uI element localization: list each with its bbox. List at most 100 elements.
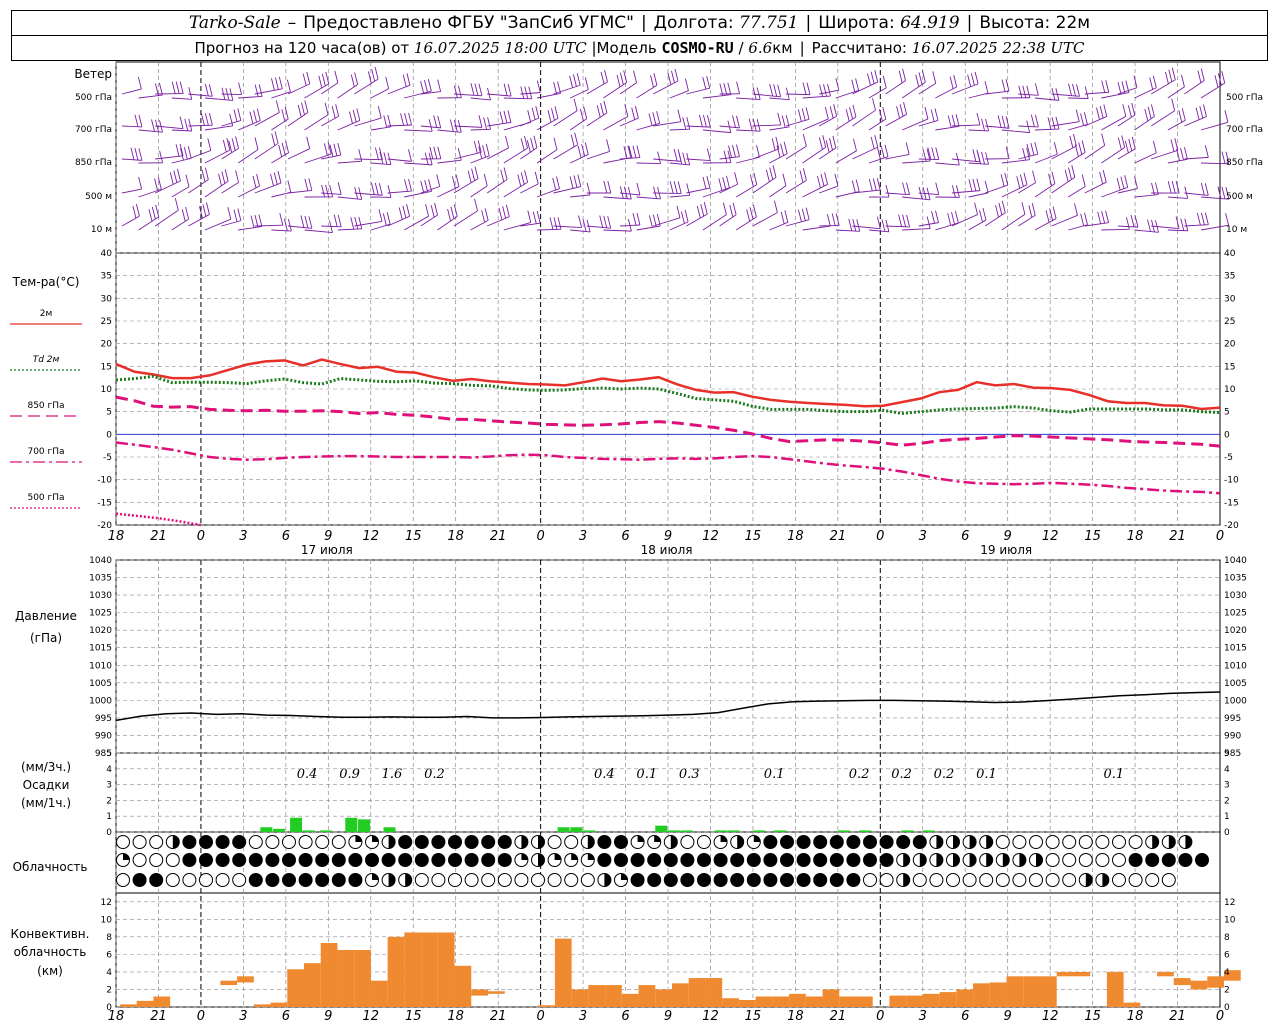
cloud-cover-icon — [630, 835, 645, 849]
convective-tick-left: 10 — [101, 915, 113, 925]
wind-barb-icon — [636, 213, 661, 231]
wind-barb-icon — [802, 83, 831, 99]
precip-tick-right: 3 — [1224, 781, 1230, 791]
x-tick-label: 0 — [876, 529, 884, 544]
convective-bar — [822, 989, 840, 1007]
cloud-cover-icon — [497, 873, 512, 887]
cloud-cover-icon — [398, 853, 413, 867]
cloud-cover-icon — [365, 873, 379, 887]
wind-barb-icon — [1101, 217, 1130, 231]
wind-level-right: 700 гПа — [1226, 125, 1263, 135]
cloud-cover-icon — [829, 835, 844, 849]
x-tick-label: 21 — [150, 1009, 167, 1024]
convective-bar — [973, 983, 990, 1007]
cloud-cover-icon — [979, 835, 994, 849]
cloud-cover-icon — [813, 873, 828, 887]
precip-tick-left: 5 — [106, 749, 112, 759]
cloud-cover-icon — [199, 835, 213, 849]
cloud-cover-icon — [813, 835, 828, 849]
x-tick-label: 0 — [536, 529, 544, 544]
cloud-cover-icon — [315, 835, 330, 849]
wind-barb-icon — [653, 205, 681, 227]
wind-barb-icon — [769, 210, 789, 231]
cloud-cover-icon — [580, 835, 595, 849]
wind-barb-icon — [320, 104, 340, 127]
cloud-cover-icon — [730, 835, 745, 849]
wind-barb-icon — [553, 174, 582, 194]
cloud-cover-icon — [248, 853, 263, 867]
temp-legend-label: 850 гПа — [27, 401, 64, 411]
wind-barb-icon — [902, 106, 929, 131]
wind-barb-icon — [221, 136, 239, 160]
convective-bar — [1056, 971, 1074, 977]
cloud-cover-icon — [630, 873, 645, 887]
x-tick-label: 21 — [1169, 529, 1186, 544]
convective-bar — [705, 978, 723, 1007]
pressure-tick-left: 1005 — [89, 679, 112, 689]
wind-barb-icon — [935, 74, 958, 99]
wind-barb-icon — [221, 82, 243, 96]
precip-bar — [837, 830, 850, 832]
convective-bar — [1157, 971, 1174, 977]
wind-barb-icon — [1084, 104, 1108, 127]
cloud-cover-icon — [232, 853, 247, 867]
wind-barb-icon — [702, 82, 732, 99]
cloud-cover-icon — [912, 873, 927, 887]
convective-bar — [805, 996, 823, 1007]
wind-barb-icon — [918, 108, 939, 127]
cloud-cover-icon — [116, 835, 130, 849]
wind-barb-icon — [437, 85, 462, 99]
cloud-cover-icon — [995, 835, 1010, 849]
wind-barb-icon — [885, 214, 911, 228]
wind-barb-icon — [453, 140, 482, 160]
wind-barb-icon — [420, 174, 441, 194]
temp-tick-right: 15 — [1224, 362, 1235, 372]
wind-barb-icon — [785, 134, 807, 160]
x-tick-label: 15 — [1084, 529, 1101, 544]
cloud-cover-icon — [1045, 835, 1060, 849]
precip-bar — [383, 827, 396, 832]
wind-barb-icon — [636, 111, 661, 131]
wind-barb-icon — [1018, 170, 1036, 194]
wind-barb-icon — [603, 145, 632, 164]
pressure-tick-left: 1040 — [89, 556, 112, 566]
wind-barb-icon — [487, 110, 512, 127]
cloud-cover-icon — [265, 873, 280, 887]
wind-level-right: 500 гПа — [1226, 93, 1263, 103]
wind-barb-icon — [802, 172, 829, 198]
wind-level-left: 850 гПа — [75, 158, 112, 168]
cloud-cover-icon — [165, 853, 180, 867]
wind-barb-icon — [155, 116, 184, 130]
wind-barb-icon — [387, 149, 412, 162]
cloud-cover-icon — [1178, 853, 1193, 867]
wind-barb-icon — [653, 148, 682, 162]
cloud-cover-icon — [713, 873, 728, 887]
wind-barb-icon — [121, 147, 143, 161]
pressure-tick-left: 1030 — [89, 591, 112, 601]
wind-barb-icon — [735, 172, 758, 198]
pressure-tick-left: 1015 — [89, 644, 112, 654]
cloud-cover-icon — [663, 853, 678, 867]
cloud-cover-icon — [315, 873, 330, 887]
convective-bar — [387, 936, 405, 1007]
wind-barb-icon — [188, 167, 209, 194]
precip-total: 0.2 — [849, 767, 870, 782]
x-tick-label: 6 — [282, 529, 290, 544]
x-tick-label: 21 — [830, 1009, 847, 1024]
wind-barb-icon — [237, 173, 260, 198]
cloud-cover-icon — [1095, 835, 1110, 849]
convective-bar — [772, 996, 790, 1007]
cloud-cover-icon — [116, 853, 130, 867]
precip-bar — [752, 830, 765, 832]
precip-bar — [680, 830, 693, 832]
cloud-cover-icon — [149, 853, 164, 867]
cloud-cover-icon — [1145, 873, 1160, 887]
wind-barb-icon — [1084, 210, 1110, 227]
wind-barb-icon — [287, 100, 309, 127]
cloud-cover-icon — [215, 835, 230, 849]
wind-barb-icon — [553, 132, 579, 160]
cloud-cover-icon — [365, 835, 379, 849]
wind-barb-icon — [188, 113, 213, 127]
convective-tick-left: 8 — [106, 933, 112, 943]
wind-barb-icon — [835, 78, 860, 99]
